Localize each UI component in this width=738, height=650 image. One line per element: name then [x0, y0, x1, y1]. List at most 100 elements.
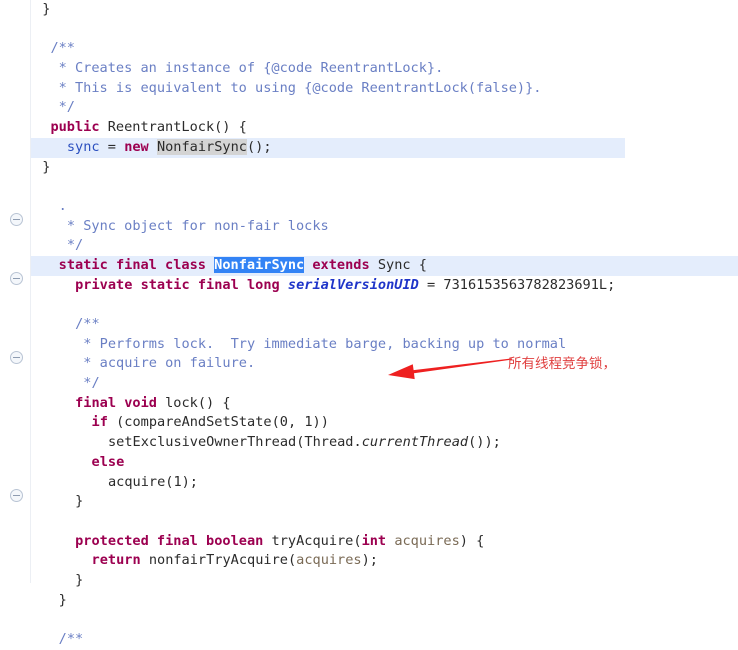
- code-line-text: */: [34, 237, 83, 253]
- code-line[interactable]: */: [0, 236, 738, 256]
- code-line[interactable]: /**: [0, 39, 738, 59]
- code-line[interactable]: static final class NonfairSync extends S…: [0, 255, 738, 276]
- code-line-text: if (compareAndSetState(0, 1)): [34, 414, 329, 430]
- code-line[interactable]: [0, 295, 738, 315]
- keyword-token: extends: [312, 256, 370, 273]
- code-token: setExclusiveOwnerThread(Thread.: [107, 434, 362, 451]
- code-line[interactable]: * Performs lock. Try immediate barge, ba…: [0, 335, 738, 355]
- code-line[interactable]: if (compareAndSetState(0, 1)): [0, 413, 738, 433]
- gutter-separator: [30, 0, 31, 583]
- code-line-text: }: [34, 1, 50, 17]
- code-line[interactable]: private static final long serialVersionU…: [0, 276, 738, 296]
- keyword-token: int: [361, 532, 387, 549]
- keyword-token: return: [91, 552, 141, 569]
- code-line[interactable]: }: [0, 571, 738, 591]
- keyword-token: else: [91, 453, 125, 470]
- code-line[interactable]: public ReentrantLock() {: [0, 118, 738, 138]
- code-token: }: [42, 1, 51, 17]
- code-line-text: /**: [34, 40, 75, 56]
- code-line[interactable]: */: [0, 98, 738, 118]
- code-token: serialVersionUID: [287, 276, 419, 293]
- code-line[interactable]: [0, 20, 738, 40]
- code-line[interactable]: [0, 177, 738, 197]
- code-token: Sync {: [369, 256, 427, 273]
- fold-marker-class-nonfairsync[interactable]: [10, 213, 23, 226]
- code-line[interactable]: /**: [0, 630, 738, 650]
- code-line[interactable]: [0, 610, 738, 630]
- code-token: currentThread: [361, 434, 469, 451]
- code-line[interactable]: * acquire on failure.: [0, 354, 738, 374]
- code-line-text: }: [34, 592, 67, 608]
- code-line[interactable]: .: [0, 197, 738, 217]
- code-line[interactable]: protected final boolean tryAcquire(int a…: [0, 532, 738, 552]
- code-line[interactable]: }: [0, 492, 738, 512]
- code-line-text: * This is equivalent to using {@code Ree…: [34, 80, 542, 96]
- comment-token: /**: [58, 631, 84, 647]
- code-line[interactable]: final void lock() {: [0, 394, 738, 414]
- fold-marker-method-lock[interactable]: [10, 351, 23, 364]
- code-line-text: public ReentrantLock() {: [34, 119, 246, 136]
- code-line-text: /**: [34, 631, 84, 647]
- code-token: ();: [246, 138, 272, 155]
- code-token: sync: [66, 138, 100, 155]
- code-line[interactable]: }: [0, 0, 738, 20]
- code-line[interactable]: else: [0, 453, 738, 473]
- code-token: =: [99, 138, 125, 155]
- keyword-token: public: [50, 119, 100, 136]
- code-line[interactable]: /**: [0, 315, 738, 335]
- code-line[interactable]: }: [0, 591, 738, 611]
- comment-token: * Sync object for non-fair locks: [58, 217, 329, 234]
- code-token: acquires: [394, 532, 460, 549]
- code-line-text: /**: [34, 316, 100, 332]
- code-line[interactable]: }: [0, 158, 738, 178]
- code-line-text: }: [34, 159, 50, 175]
- code-line-text: protected final boolean tryAcquire(int a…: [34, 533, 484, 549]
- code-token: ());: [468, 434, 501, 451]
- code-line-text: */: [34, 99, 75, 115]
- code-line-text: * acquire on failure.: [34, 355, 255, 371]
- fold-marker-method-tryacquire[interactable]: [10, 489, 23, 502]
- code-line-text: }: [34, 493, 83, 509]
- keyword-token: static final class: [58, 256, 215, 273]
- code-line-text: }: [34, 572, 83, 588]
- code-line-text: static final class NonfairSync extends S…: [34, 256, 427, 273]
- comment-token: /**: [50, 40, 75, 57]
- code-line[interactable]: sync = new NonfairSync();: [0, 137, 738, 158]
- code-line[interactable]: * Sync object for non-fair locks: [0, 217, 738, 237]
- code-token: );: [361, 552, 378, 569]
- code-line[interactable]: */: [0, 374, 738, 394]
- code-token: acquire(1);: [107, 473, 198, 490]
- occurrence-token: NonfairSync: [156, 138, 247, 155]
- code-line-text: final void lock() {: [34, 395, 231, 411]
- keyword-token: final void: [75, 394, 157, 411]
- comment-token: */: [50, 99, 75, 116]
- selected-token: NonfairSync: [214, 256, 305, 273]
- code-line-text: .: [34, 198, 67, 214]
- fold-marker-javadoc-lock[interactable]: [10, 272, 23, 285]
- code-line-text: */: [34, 375, 100, 392]
- code-line-text: private static final long serialVersionU…: [34, 277, 615, 293]
- comment-token: * acquire on failure.: [75, 355, 256, 372]
- code-token: ) {: [459, 532, 485, 549]
- code-token: }: [42, 158, 51, 175]
- comment-token: */: [58, 237, 84, 254]
- comment-token: * Creates an instance of {@code Reentran…: [50, 60, 444, 77]
- code-editor-viewport[interactable]: } /** * Creates an instance of {@code Ree…: [0, 0, 738, 647]
- code-line[interactable]: [0, 512, 738, 532]
- comment-token: .: [58, 197, 67, 214]
- code-line-text: * Sync object for non-fair locks: [34, 218, 329, 234]
- code-token: acquires: [296, 552, 362, 569]
- code-line[interactable]: setExclusiveOwnerThread(Thread.currentTh…: [0, 433, 738, 453]
- code-token: lock() {: [156, 394, 231, 411]
- code-line[interactable]: return nonfairTryAcquire(acquires);: [0, 551, 738, 571]
- comment-token: /**: [75, 316, 100, 332]
- code-line[interactable]: acquire(1);: [0, 473, 738, 493]
- code-line[interactable]: * Creates an instance of {@code Reentran…: [0, 59, 738, 79]
- comment-token: */: [75, 375, 100, 392]
- source-code-lines[interactable]: } /** * Creates an instance of {@code Ree…: [0, 0, 738, 647]
- code-line-text: setExclusiveOwnerThread(Thread.currentTh…: [34, 434, 501, 450]
- code-line[interactable]: * This is equivalent to using {@code Ree…: [0, 79, 738, 99]
- code-token: }: [58, 591, 67, 608]
